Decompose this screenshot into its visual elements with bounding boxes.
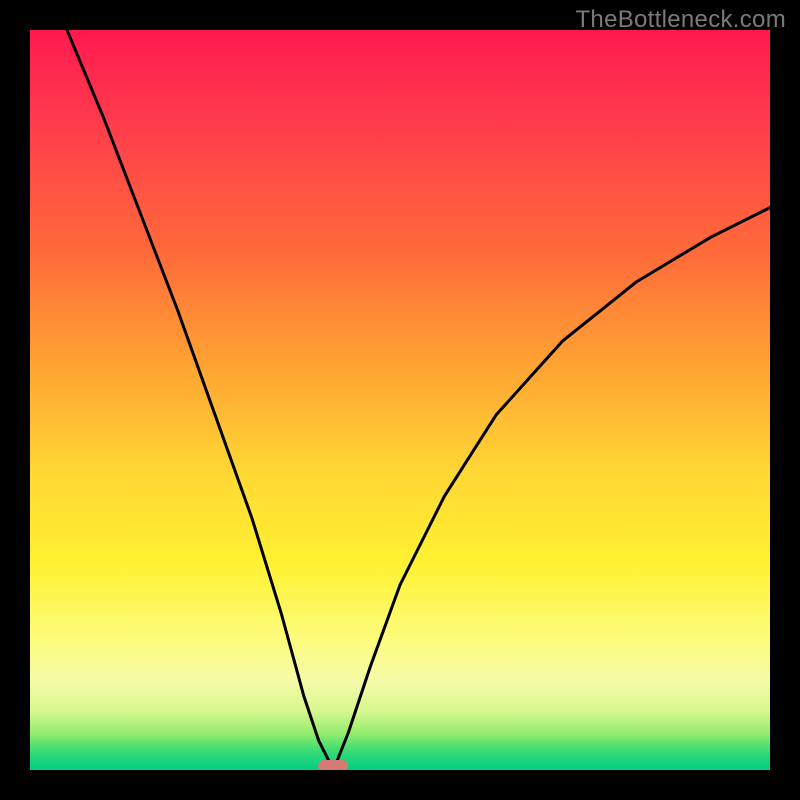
bottleneck-curve bbox=[30, 30, 770, 770]
optimum-marker bbox=[318, 760, 348, 770]
curve-path bbox=[67, 30, 770, 770]
chart-frame: TheBottleneck.com bbox=[0, 0, 800, 800]
plot-area bbox=[30, 30, 770, 770]
